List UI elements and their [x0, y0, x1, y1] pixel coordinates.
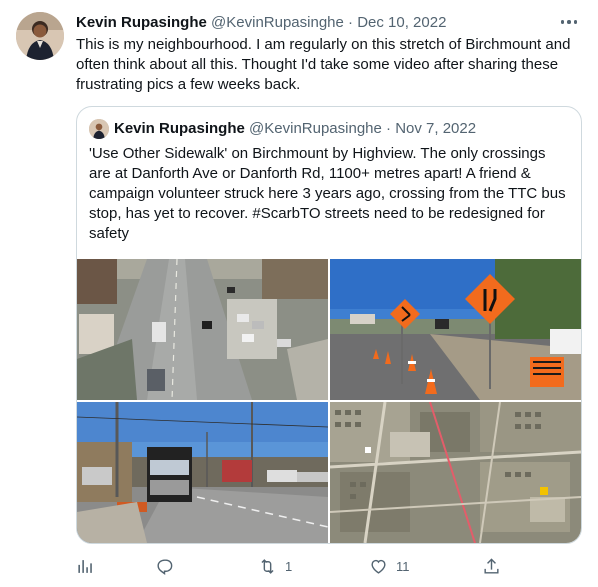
share-icon: [484, 557, 499, 574]
header-separator: ·: [348, 14, 354, 31]
author-avatar[interactable]: [16, 12, 64, 60]
tweet-date[interactable]: Dec 10, 2022: [357, 14, 446, 31]
share-button[interactable]: [482, 555, 501, 577]
quoted-author-avatar: [89, 119, 109, 139]
views-button[interactable]: [76, 555, 95, 577]
quoted-author-handle: @KevinRupasinghe: [249, 120, 382, 137]
tweet-actions: 1 11: [76, 555, 516, 577]
retweet-count: 1: [285, 558, 293, 574]
reply-icon: [157, 558, 173, 575]
quoted-header: Kevin Rupasinghe @KevinRupasinghe · Nov …: [114, 119, 569, 139]
quoted-media-grid: [77, 259, 581, 543]
road-signs-photo[interactable]: [330, 259, 581, 400]
tweet-text: This is my neighbourhood. I am regularly…: [76, 36, 571, 93]
aerial-road-photo[interactable]: [77, 259, 328, 400]
more-options-icon[interactable]: [556, 10, 582, 34]
like-count: 11: [396, 558, 410, 574]
analytics-icon: [78, 559, 92, 573]
street-truck-photo[interactable]: [77, 402, 328, 543]
author-name[interactable]: Kevin Rupasinghe: [76, 14, 207, 31]
quoted-author-name: Kevin Rupasinghe: [114, 120, 245, 137]
tweet-header: Kevin Rupasinghe @KevinRupasinghe · Dec …: [76, 13, 582, 33]
quoted-tweet[interactable]: Kevin Rupasinghe @KevinRupasinghe · Nov …: [76, 106, 582, 544]
tweet[interactable]: Kevin Rupasinghe @KevinRupasinghe · Dec …: [0, 0, 598, 587]
quoted-text: 'Use Other Sidewalk' on Birchmount by Hi…: [89, 145, 566, 242]
retweet-button[interactable]: 1: [258, 555, 292, 577]
satellite-map-photo[interactable]: [330, 402, 581, 543]
quoted-date: Nov 7, 2022: [395, 120, 477, 137]
heart-icon: [371, 559, 386, 574]
quoted-header-separator: ·: [386, 120, 392, 137]
retweet-icon: [261, 558, 274, 574]
like-button[interactable]: 11: [369, 555, 410, 577]
reply-button[interactable]: [155, 555, 174, 577]
author-handle[interactable]: @KevinRupasinghe: [211, 14, 344, 31]
